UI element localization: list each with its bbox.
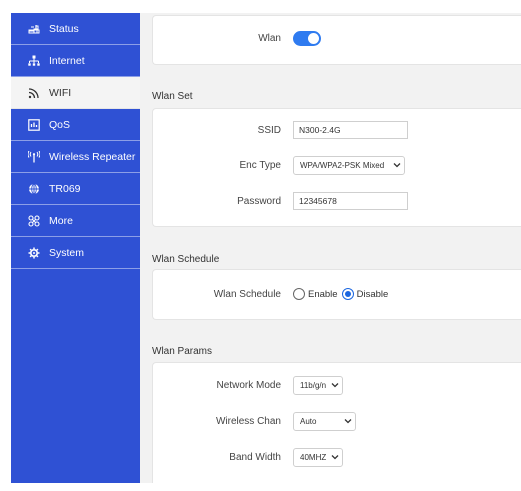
band-width-row: Band Width 40MHZ bbox=[153, 447, 521, 467]
sidebar-item-qos[interactable]: QoS bbox=[11, 109, 140, 141]
chevron-down-icon bbox=[393, 161, 401, 169]
chevron-down-icon bbox=[331, 381, 339, 389]
band-width-label: Band Width bbox=[229, 451, 281, 463]
wlan-schedule-card: Wlan Schedule Enable Disable bbox=[152, 269, 521, 320]
network-mode-value: 11b/g/n bbox=[300, 380, 327, 390]
sidebar-item-label: More bbox=[49, 214, 73, 227]
wlan-card: Wlan bbox=[152, 15, 521, 65]
sidebar-item-label: Status bbox=[49, 22, 79, 35]
sidebar-item-internet[interactable]: Internet bbox=[11, 45, 140, 77]
wlan-label: Wlan bbox=[258, 32, 281, 44]
sidebar-item-label: TR069 bbox=[49, 182, 81, 195]
network-mode-label: Network Mode bbox=[216, 379, 281, 391]
wlan-set-title: Wlan Set bbox=[152, 91, 193, 102]
wlan-set-card: SSID N300-2.4G Enc Type WPA/WPA2-PSK Mix… bbox=[152, 108, 521, 227]
band-width-value: 40MHZ bbox=[300, 452, 327, 462]
password-row: Password 12345678 bbox=[153, 191, 521, 211]
password-input[interactable]: 12345678 bbox=[293, 192, 408, 210]
status-icon bbox=[27, 22, 41, 36]
sidebar-item-label: Wireless Repeater bbox=[49, 150, 136, 163]
globe-icon bbox=[27, 182, 41, 196]
enc-type-value: WPA/WPA2-PSK Mixed bbox=[300, 160, 385, 170]
sidebar-item-tr069[interactable]: TR069 bbox=[11, 173, 140, 205]
schedule-enable-label[interactable]: Enable bbox=[308, 289, 338, 300]
wireless-chan-select[interactable]: Auto bbox=[293, 411, 356, 431]
main-content: Wlan Wlan Set SSID N300-2.4G Enc Type WP… bbox=[140, 13, 521, 483]
sidebar-item-label: Internet bbox=[49, 54, 85, 67]
schedule-enable-radio[interactable] bbox=[293, 288, 305, 300]
network-icon bbox=[27, 54, 41, 68]
schedule-disable-label[interactable]: Disable bbox=[357, 289, 389, 300]
wlan-toggle[interactable] bbox=[293, 30, 321, 46]
wireless-chan-row: Wireless Chan Auto bbox=[153, 411, 521, 431]
sidebar-item-more[interactable]: More bbox=[11, 205, 140, 237]
network-mode-row: Network Mode 11b/g/n bbox=[153, 375, 521, 395]
enc-type-select[interactable]: WPA/WPA2-PSK Mixed bbox=[293, 155, 405, 175]
wlan-params-title: Wlan Params bbox=[152, 346, 213, 357]
ssid-row: SSID N300-2.4G bbox=[153, 120, 521, 140]
enc-type-row: Enc Type WPA/WPA2-PSK Mixed bbox=[153, 155, 521, 175]
wlan-schedule-title: Wlan Schedule bbox=[152, 254, 220, 265]
wlan-params-card: Network Mode 11b/g/n Wireless Chan Auto … bbox=[152, 362, 521, 483]
wlan-row: Wlan bbox=[153, 28, 521, 48]
gear-icon bbox=[27, 246, 41, 260]
band-width-select[interactable]: 40MHZ bbox=[293, 447, 343, 467]
ssid-input[interactable]: N300-2.4G bbox=[293, 121, 408, 139]
sidebar-item-label: QoS bbox=[49, 118, 71, 131]
chevron-down-icon bbox=[344, 417, 352, 425]
sidebar-item-label: System bbox=[49, 246, 85, 259]
wireless-chan-value: Auto bbox=[300, 416, 317, 426]
ssid-label: SSID bbox=[257, 124, 281, 136]
enc-type-label: Enc Type bbox=[239, 159, 281, 171]
wlan-schedule-label: Wlan Schedule bbox=[213, 288, 281, 300]
sidebar-item-system[interactable]: System bbox=[11, 237, 140, 269]
sidebar-item-wifi[interactable]: WIFI bbox=[11, 77, 140, 109]
chevron-down-icon bbox=[331, 453, 339, 461]
password-label: Password bbox=[237, 195, 281, 207]
network-mode-select[interactable]: 11b/g/n bbox=[293, 375, 343, 395]
more-icon bbox=[27, 214, 41, 228]
sidebar: Status Internet WIFI QoS Wireless Repeat… bbox=[11, 13, 140, 483]
wlan-toggle-knob bbox=[308, 32, 319, 44]
sidebar-item-wireless-repeater[interactable]: Wireless Repeater bbox=[11, 141, 140, 173]
wlan-schedule-row: Wlan Schedule Enable Disable bbox=[153, 284, 521, 304]
schedule-disable-radio[interactable] bbox=[341, 288, 354, 300]
qos-icon bbox=[27, 118, 41, 132]
sidebar-item-label: WIFI bbox=[49, 86, 72, 99]
wireless-chan-label: Wireless Chan bbox=[215, 415, 281, 427]
wifi-icon bbox=[27, 86, 41, 100]
sidebar-item-status[interactable]: Status bbox=[11, 13, 140, 45]
antenna-icon bbox=[27, 150, 41, 164]
